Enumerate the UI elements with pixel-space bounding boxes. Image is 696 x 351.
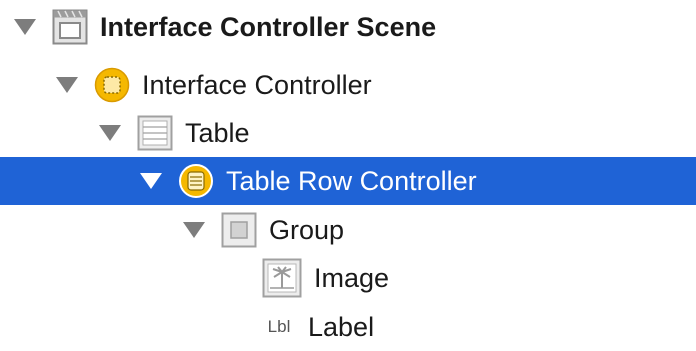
outline-row-table-row-controller[interactable]: Table Row Controller	[0, 157, 696, 205]
image-icon	[262, 258, 302, 298]
row-controller-icon	[178, 163, 214, 199]
interface-controller-icon	[94, 67, 130, 103]
disclosure-triangle-icon[interactable]	[14, 19, 36, 35]
outline-row-label: Interface Controller	[142, 69, 372, 100]
outline-row-label: Table	[185, 117, 250, 148]
outline-row-image[interactable]: Image	[0, 254, 696, 302]
outline-row-label: Interface Controller Scene	[100, 11, 437, 42]
outline-row-label: Group	[269, 214, 345, 245]
disclosure-triangle-icon[interactable]	[99, 125, 121, 141]
outline-row-scene[interactable]: Interface Controller Scene	[0, 3, 696, 51]
outline-row-label: Label	[308, 311, 375, 342]
label-icon: Lbl	[267, 317, 291, 336]
outline-row-label: Table Row Controller	[226, 165, 477, 196]
group-icon	[221, 212, 257, 248]
outline-row-label-item[interactable]: Lbl Label	[0, 303, 696, 351]
outline-row-interface-controller[interactable]: Interface Controller	[0, 61, 696, 109]
table-icon	[137, 115, 173, 151]
storyboard-scene-icon	[52, 9, 88, 45]
disclosure-triangle-icon[interactable]	[56, 77, 78, 93]
outline-row-table[interactable]: Table	[0, 109, 696, 157]
outline-row-label: Image	[314, 262, 390, 293]
document-outline: Interface Controller Scene Interface Con…	[0, 0, 696, 341]
disclosure-triangle-icon[interactable]	[140, 173, 162, 189]
disclosure-triangle-icon[interactable]	[183, 222, 205, 238]
outline-row-group[interactable]: Group	[0, 206, 696, 254]
